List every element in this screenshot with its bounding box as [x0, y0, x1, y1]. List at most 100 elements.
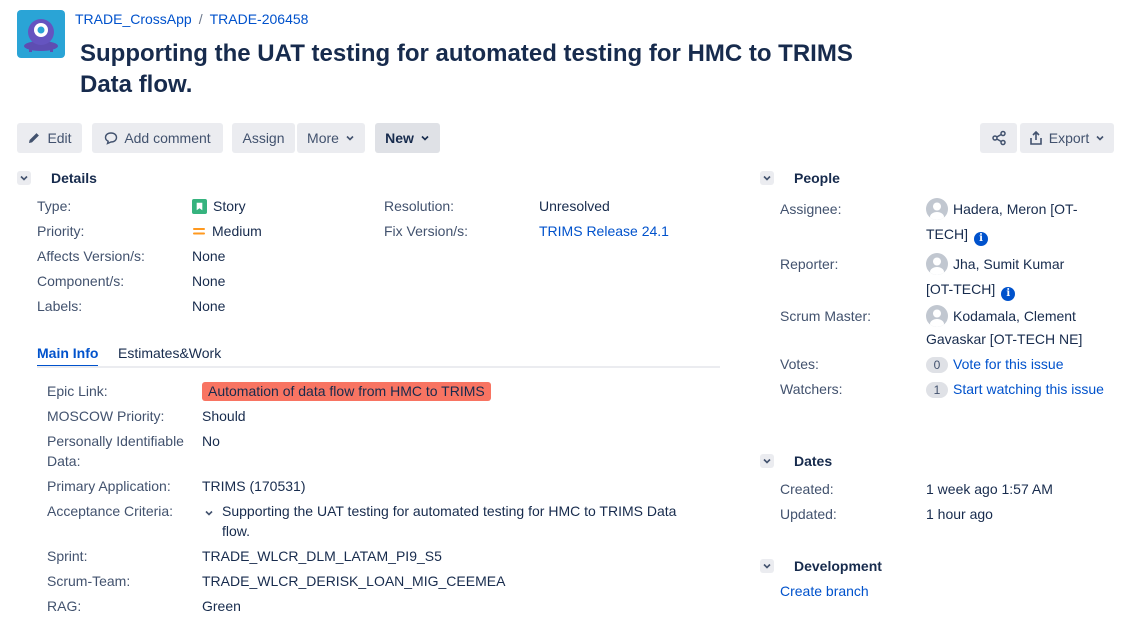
sprint-label: Sprint:: [47, 548, 88, 564]
assignee-name-line-2-text: TECH]: [926, 226, 968, 242]
priority-label: Priority:: [37, 223, 85, 239]
scrum-team-value: TRADE_WLCR_DERISK_LOAN_MIG_CEEMEA: [202, 573, 506, 589]
reporter-name-line-1[interactable]: Jha, Sumit Kumar: [953, 256, 1064, 272]
breadcrumb: TRADE_CrossApp / TRADE-206458: [75, 11, 308, 27]
user-avatar-icon[interactable]: [926, 253, 948, 275]
chevron-down-icon[interactable]: [760, 454, 774, 468]
moscow-priority-value: Should: [202, 408, 246, 424]
chevron-down-icon: [421, 135, 429, 141]
component-value: None: [192, 273, 226, 289]
share-icon: [991, 130, 1006, 146]
epic-link-label: Epic Link:: [47, 383, 108, 399]
breadcrumb-separator: /: [198, 11, 203, 27]
sprint-value: TRADE_WLCR_DLM_LATAM_PI9_S5: [202, 548, 442, 564]
chevron-down-icon[interactable]: [17, 171, 31, 185]
export-button[interactable]: Export: [1020, 123, 1114, 153]
breadcrumb-project-link[interactable]: TRADE_CrossApp: [75, 11, 192, 27]
vote-for-issue-link[interactable]: Vote for this issue: [953, 356, 1064, 372]
primary-application-value: TRIMS (170531): [202, 478, 306, 494]
share-button[interactable]: [980, 123, 1017, 153]
resolution-value: Unresolved: [539, 198, 610, 214]
priority-value-text: Medium: [212, 223, 262, 239]
assignee-name-line-2: TECH] i: [926, 226, 988, 246]
people-section-header[interactable]: People: [760, 170, 840, 186]
more-button-label: More: [307, 130, 339, 146]
development-section-header[interactable]: Development: [760, 558, 882, 574]
rag-label: RAG:: [47, 598, 82, 614]
updated-value: 1 hour ago: [926, 506, 993, 522]
tab-main-info[interactable]: Main Info: [37, 345, 99, 367]
rag-value: Green: [202, 598, 241, 614]
chevron-down-icon[interactable]: [760, 559, 774, 573]
pid-value: No: [202, 433, 220, 449]
edit-button-label: Edit: [47, 130, 72, 146]
project-avatar-icon[interactable]: [17, 10, 65, 58]
type-value: Story: [192, 198, 246, 214]
fix-version-link[interactable]: TRIMS Release 24.1: [539, 223, 669, 239]
dates-section-header[interactable]: Dates: [760, 453, 832, 469]
fix-version-label: Fix Version/s:: [384, 223, 469, 239]
acceptance-criteria-line-2: flow.: [222, 523, 251, 539]
scrum-master-label: Scrum Master:: [780, 308, 872, 324]
development-heading: Development: [794, 558, 882, 574]
assign-button[interactable]: Assign: [232, 123, 295, 153]
affects-version-label: Affects Version/s:: [37, 248, 145, 264]
chevron-down-icon: [346, 135, 354, 141]
epic-link-lozenge[interactable]: Automation of data flow from HMC to TRIM…: [202, 382, 491, 401]
user-avatar-icon[interactable]: [926, 305, 948, 327]
new-button-label: New: [385, 130, 414, 146]
reporter-name-line-2: [OT-TECH] i: [926, 281, 1016, 301]
edit-button[interactable]: Edit: [17, 123, 82, 153]
export-button-label: Export: [1048, 130, 1090, 146]
scrum-master-name-line-1[interactable]: Kodamala, Clement: [953, 308, 1076, 324]
add-comment-button-label: Add comment: [124, 130, 211, 146]
comment-icon: [105, 132, 118, 145]
affects-version-value: None: [192, 248, 226, 264]
chevron-down-icon[interactable]: [760, 171, 774, 185]
component-label: Component/s:: [37, 273, 125, 289]
priority-medium-icon: [193, 228, 205, 235]
acceptance-criteria-line-1: Supporting the UAT testing for automated…: [222, 503, 677, 519]
type-value-text: Story: [213, 198, 246, 214]
chevron-down-icon[interactable]: [204, 508, 214, 518]
watchers-count-badge: 1: [926, 382, 948, 398]
create-branch-link[interactable]: Create branch: [780, 583, 869, 599]
tab-divider: [37, 366, 720, 368]
export-icon: [1029, 131, 1042, 145]
primary-application-label: Primary Application:: [47, 478, 171, 494]
start-watching-link[interactable]: Start watching this issue: [953, 381, 1104, 397]
watchers-label: Watchers:: [780, 381, 843, 397]
user-avatar-icon[interactable]: [926, 198, 948, 220]
assignee-name-line-1[interactable]: Hadera, Meron [OT-: [953, 201, 1078, 217]
breadcrumb-issue-link[interactable]: TRADE-206458: [210, 11, 309, 27]
tab-estimates-work[interactable]: Estimates&Work: [118, 345, 221, 361]
created-label: Created:: [780, 481, 834, 497]
info-icon[interactable]: i: [1001, 287, 1016, 301]
labels-label: Labels:: [37, 298, 83, 314]
moscow-priority-label: MOSCOW Priority:: [47, 408, 165, 424]
reporter-label: Reporter:: [780, 256, 839, 272]
more-button[interactable]: More: [297, 123, 365, 153]
details-section-header[interactable]: Details: [17, 170, 97, 186]
chevron-down-icon: [1096, 135, 1104, 141]
details-heading: Details: [51, 170, 97, 186]
labels-value: None: [192, 298, 226, 314]
resolution-label: Resolution:: [384, 198, 455, 214]
people-heading: People: [794, 170, 840, 186]
info-icon[interactable]: i: [974, 232, 988, 246]
created-value: 1 week ago 1:57 AM: [926, 481, 1053, 497]
type-label: Type:: [37, 198, 72, 214]
acceptance-criteria-label: Acceptance Criteria:: [47, 503, 174, 519]
issue-title[interactable]: Supporting the UAT testing for automated…: [80, 38, 900, 100]
add-comment-button[interactable]: Add comment: [92, 123, 223, 153]
scrum-master-name-line-2: Gavaskar [OT-TECH NE]: [926, 331, 1083, 347]
votes-label: Votes:: [780, 356, 819, 372]
new-button[interactable]: New: [375, 123, 440, 153]
votes-count-badge: 0: [926, 357, 948, 373]
pid-label-line-1: Personally Identifiable: [47, 433, 184, 449]
priority-value: Medium: [192, 223, 262, 239]
pencil-icon: [29, 133, 40, 143]
assign-button-label: Assign: [242, 130, 285, 146]
pid-label-line-2: Data:: [47, 453, 81, 469]
assignee-label: Assignee:: [780, 201, 842, 217]
